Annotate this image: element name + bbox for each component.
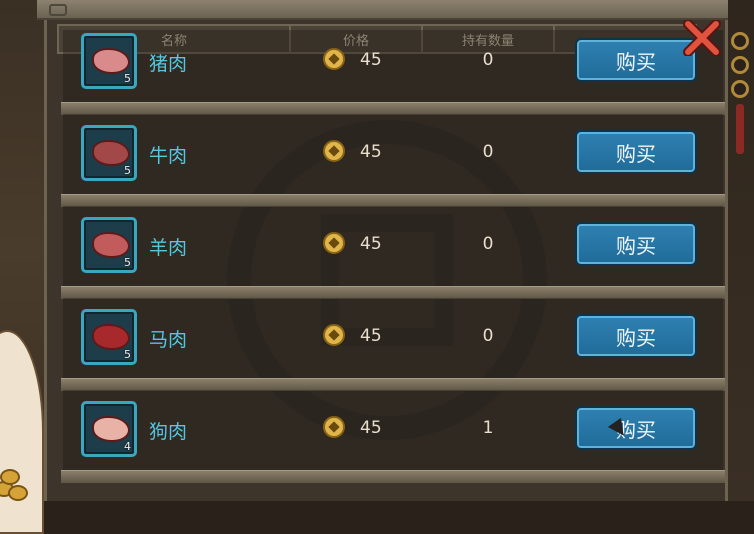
list-item: 5 羊肉 45 0 购买 [61,206,725,299]
stack-count: 5 [124,164,131,177]
buy-button[interactable]: 购买 [575,38,697,82]
owned-quantity: 0 [482,326,494,346]
meat-icon [92,140,130,166]
item-name: 马肉 [149,329,188,351]
meat-icon [92,324,130,350]
coin-icon [323,140,345,162]
item-price: 45 [360,142,382,162]
stack-count: 5 [124,72,131,85]
buy-button-label: 购买 [616,49,656,74]
mutton-icon[interactable]: 5 [81,217,137,273]
list-item: 5 猪肉 45 0 购买 [61,30,725,115]
item-price: 45 [360,50,382,70]
buy-button-label: 购买 [616,325,656,350]
stack-count: 5 [124,256,131,269]
list-item: 5 马肉 45 0 购买 [61,298,725,391]
buy-button[interactable]: 购买 [575,222,697,266]
owned-quantity: 1 [482,418,494,438]
buy-button[interactable]: 购买 [575,406,697,450]
close-icon [683,20,721,56]
buy-button-label: 购买 [616,233,656,258]
item-name: 狗肉 [149,421,188,443]
item-list[interactable]: 5 猪肉 45 0 购买 5 牛肉 45 0 购买 5 羊肉 45 0 购买 5… [47,30,731,501]
meat-icon [92,416,130,442]
beef-icon[interactable]: 5 [81,125,137,181]
item-price: 45 [360,326,382,346]
item-name: 牛肉 [149,145,188,167]
item-name: 羊肉 [149,237,188,259]
item-price: 45 [360,418,382,438]
stack-count: 5 [124,348,131,361]
npc-figure [0,330,44,534]
list-item: 4 狗肉 45 1 购买 [61,390,725,483]
panel-top-frame [37,0,735,20]
pork-icon[interactable]: 5 [81,33,137,89]
owned-quantity: 0 [482,142,494,162]
close-button[interactable] [681,18,723,58]
owned-quantity: 0 [482,50,494,70]
item-price: 45 [360,234,382,254]
buy-button[interactable]: 购买 [575,314,697,358]
shop-panel: 名称 价格 持有数量 5 猪肉 45 0 购买 5 牛肉 45 0 购买 5 羊… [37,0,735,501]
stack-count: 4 [124,440,131,453]
scene-background-left [0,0,44,534]
meat-icon [92,232,130,258]
buy-button-label: 购买 [616,141,656,166]
coin-icon [323,48,345,70]
coin-pile-icon [0,455,42,501]
coin-icon [323,416,345,438]
horse-meat-icon[interactable]: 5 [81,309,137,365]
buy-button[interactable]: 购买 [575,130,697,174]
item-name: 猪肉 [149,53,188,75]
scene-background-right [728,0,754,501]
hanging-chain-ornament [728,30,752,160]
coin-icon [323,324,345,346]
corner-ornament [49,4,67,16]
dog-meat-icon[interactable]: 4 [81,401,137,457]
list-item: 5 牛肉 45 0 购买 [61,114,725,207]
shelf-divider [61,470,725,483]
coin-icon [323,232,345,254]
owned-quantity: 0 [482,234,494,254]
meat-icon [92,48,130,74]
